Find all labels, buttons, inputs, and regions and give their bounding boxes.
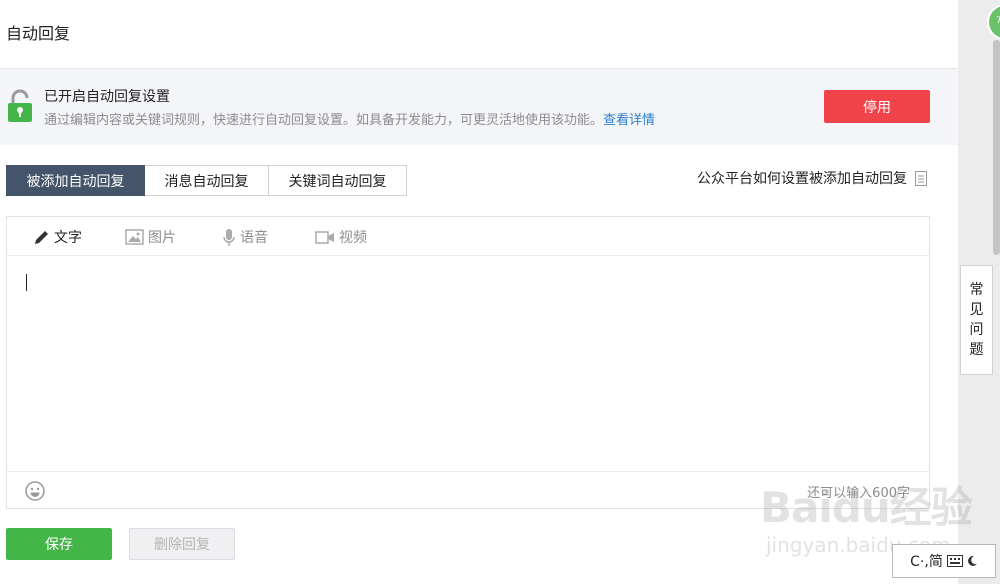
text-area-cursor[interactable] [26,274,27,291]
faq-tab[interactable]: 常 见 问 题 [960,265,993,375]
page-title: 自动回复 [6,24,71,43]
faq-char: 题 [969,342,984,358]
tab-message-auto-reply[interactable]: 消息自动回复 [145,165,269,196]
document-icon [915,170,927,186]
ime-text: C·,简 [910,554,943,570]
tool-text[interactable]: 文字 [33,227,82,247]
char-count: 还可以输入600字 [807,486,910,501]
disable-button[interactable]: 停用 [824,90,930,123]
tool-video[interactable]: 视频 [315,227,367,247]
faq-char: 常 [969,282,984,298]
status-title: 已开启自动回复设置 [44,89,170,105]
tool-voice[interactable]: 语音 [222,227,268,247]
save-button[interactable]: 保存 [6,528,112,560]
tool-image-label: 图片 [148,230,176,246]
editor-toolbar: 文字 图片 语音 视频 [7,217,929,256]
lock-icon [8,89,32,122]
tool-voice-label: 语音 [240,230,268,246]
help-link[interactable]: 公众平台如何设置被添加自动回复 [697,168,927,188]
faq-char: 问 [969,322,984,338]
help-link-label: 公众平台如何设置被添加自动回复 [697,171,907,187]
emoji-icon[interactable] [25,481,45,501]
details-link[interactable]: 查看详情 [603,113,655,128]
image-icon [125,229,144,245]
keyboard-icon [946,555,963,567]
scrollbar-thumb[interactable] [993,40,1000,255]
video-icon [315,230,334,244]
tool-video-label: 视频 [339,230,367,246]
ime-status-bar[interactable]: C·,简 [892,544,996,578]
tab-keyword-auto-reply[interactable]: 关键词自动回复 [269,165,407,196]
tool-text-label: 文字 [54,230,82,246]
tool-image[interactable]: 图片 [125,227,176,247]
tab-added-auto-reply[interactable]: 被添加自动回复 [6,165,145,196]
reply-type-tabs: 被添加自动回复 消息自动回复 关键词自动回复 [6,165,407,196]
pencil-icon [35,230,48,244]
editor-footer: 还可以输入600字 [7,471,929,508]
delete-reply-button[interactable]: 删除回复 [129,528,235,560]
status-bar [0,69,958,145]
status-description: 通过编辑内容或关键词规则，快速进行自动回复设置。如具备开发能力，可更灵活地使用该… [44,113,656,128]
reply-editor: 文字 图片 语音 视频 还可以输入600字 [6,216,930,509]
moon-icon [967,555,977,566]
faq-char: 见 [969,302,984,318]
microphone-icon [223,228,235,246]
